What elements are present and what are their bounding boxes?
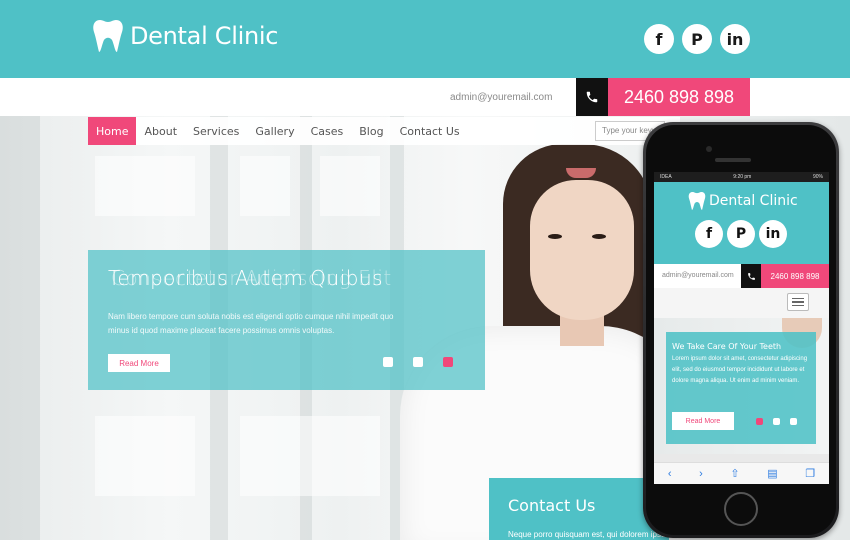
slider-dot-3-active[interactable] (443, 357, 453, 367)
slider-caption: Consectetur Adipiscing Elit Temporibus A… (88, 250, 485, 390)
phone-icon (741, 264, 761, 288)
carrier-label: IDEA (660, 174, 672, 180)
nav-about[interactable]: About (136, 117, 185, 145)
mobile-slider-dot-3[interactable] (790, 418, 797, 425)
read-more-button[interactable]: Read More (108, 354, 170, 372)
facebook-icon[interactable]: f (695, 220, 723, 248)
nav-blog[interactable]: Blog (351, 117, 391, 145)
mobile-status-bar: IDEA 9:20 pm 90% (654, 172, 829, 182)
slider-dots (383, 357, 453, 367)
slider-dot-2[interactable] (413, 357, 423, 367)
slide-text: Nam libero tempore cum soluta nobis est … (108, 310, 468, 338)
mobile-read-more-button[interactable]: Read More (672, 412, 734, 430)
contact-strip: admin@youremail.com 2460 898 898 (0, 78, 850, 116)
slider-dot-1[interactable] (383, 357, 393, 367)
nav-contact-us[interactable]: Contact Us (392, 117, 468, 145)
bookmarks-icon[interactable]: ▤ (767, 467, 777, 480)
contact-panel: Contact Us Neque porro quisquam est, qui… (489, 478, 742, 540)
mobile-slider-dot-1-active[interactable] (756, 418, 763, 425)
slide-text-line-2: minus id quod maxime placeat facere poss… (108, 326, 335, 335)
mobile-logo[interactable]: Dental Clinic (688, 190, 798, 212)
linkedin-icon[interactable]: in (720, 24, 750, 54)
phone-speaker (715, 158, 751, 162)
hamburger-menu-icon[interactable] (787, 293, 809, 311)
site-logo[interactable]: Dental Clinic (92, 18, 278, 54)
back-icon[interactable]: ‹ (668, 468, 672, 480)
pinterest-icon[interactable]: P (727, 220, 755, 248)
nav-gallery[interactable]: Gallery (247, 117, 302, 145)
browser-toolbar: ‹ › ⇧ ▤ ❐ (654, 462, 829, 484)
browser-url-bar (654, 454, 829, 462)
tabs-icon[interactable]: ❐ (805, 467, 815, 480)
forward-icon[interactable]: › (699, 468, 703, 480)
facebook-icon[interactable]: f (644, 24, 674, 54)
nav-cases[interactable]: Cases (303, 117, 352, 145)
social-links: f P in (644, 24, 750, 54)
tooth-icon (688, 192, 706, 210)
share-icon[interactable]: ⇧ (730, 467, 739, 480)
slide-title: Temporibus Autem Quibus (108, 266, 384, 290)
mobile-screen: IDEA 9:20 pm 90% Dental Clinic f P in ad… (654, 172, 829, 484)
battery-level: 90% (812, 174, 823, 180)
mobile-contact-strip: admin@youremail.com 2460 898 898 (654, 264, 829, 288)
mobile-social-links: f P in (695, 220, 787, 248)
slide-text-line-1: Nam libero tempore cum soluta nobis est … (108, 312, 394, 321)
status-time: 9:20 pm (733, 174, 752, 180)
header-email[interactable]: admin@youremail.com (450, 92, 552, 103)
site-header: Dental Clinic f P in (0, 0, 850, 78)
nav-services[interactable]: Services (185, 117, 247, 145)
mobile-slider-dots (756, 418, 797, 425)
mobile-header: Dental Clinic f P in (654, 182, 829, 264)
nav-home[interactable]: Home (88, 117, 137, 145)
contact-title: Contact Us (508, 496, 596, 515)
mobile-logo-text: Dental Clinic (709, 193, 798, 209)
tooth-icon (93, 20, 123, 52)
mobile-email[interactable]: admin@youremail.com (662, 272, 734, 279)
doctor-face (530, 180, 634, 320)
pinterest-icon[interactable]: P (682, 24, 712, 54)
linkedin-icon[interactable]: in (759, 220, 787, 248)
phone-camera (706, 146, 712, 152)
logo-text: Dental Clinic (130, 22, 279, 50)
mobile-slider-dot-2[interactable] (773, 418, 780, 425)
main-nav: Home About Services Gallery Cases Blog C… (88, 117, 680, 145)
phone-icon (576, 78, 608, 116)
mobile-hero: We Take Care Of Your Teeth Lorem ipsum d… (654, 318, 829, 454)
mobile-slide-text: Lorem ipsum dolor sit amet, consectetur … (672, 356, 808, 384)
header-phone-number[interactable]: 2460 898 898 (608, 78, 750, 116)
phone-home-button (724, 492, 758, 526)
mobile-menu-bar (654, 288, 829, 318)
mobile-slider-caption: We Take Care Of Your Teeth Lorem ipsum d… (666, 332, 816, 444)
mobile-slide-title: We Take Care Of Your Teeth (672, 342, 782, 351)
mobile-phone-number[interactable]: 2460 898 898 (761, 264, 829, 288)
